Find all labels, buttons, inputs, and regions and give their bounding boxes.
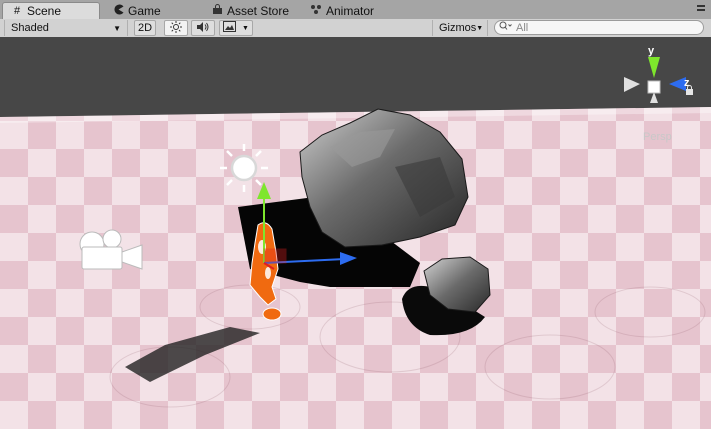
tab-bar: # Scene Game Asset Store Animator [0, 0, 711, 20]
sun-icon [170, 20, 182, 36]
tab-animator[interactable]: Animator [302, 2, 382, 19]
panel-menu-icon[interactable] [697, 3, 705, 18]
tab-asset-store-label: Asset Store [227, 3, 290, 18]
scene-canvas [0, 37, 711, 429]
tab-game-label: Game [128, 3, 161, 18]
scene-lighting-button[interactable] [164, 20, 188, 36]
search-icon [499, 21, 513, 34]
tab-game[interactable]: Game [104, 2, 169, 19]
shading-mode-value: Shaded [11, 22, 49, 34]
shading-mode-dropdown[interactable]: Shaded ▼ [4, 20, 128, 36]
sky-background [0, 37, 711, 117]
scene-toolbar: Shaded ▼ 2D ▼ Gizmos ▼ All [0, 19, 711, 38]
search-placeholder: All [516, 21, 529, 34]
image-icon [223, 21, 237, 35]
2d-mode-button[interactable]: 2D [134, 20, 156, 36]
dropdown-arrow-icon: ▼ [476, 24, 484, 32]
speaker-icon [196, 21, 210, 36]
dropdown-arrow-icon: ▼ [242, 24, 249, 32]
hash-icon: # [13, 5, 21, 17]
tab-scene[interactable]: # Scene [2, 2, 100, 19]
scene-effects-dropdown[interactable]: ▼ [219, 20, 253, 36]
tab-animator-label: Animator [326, 3, 375, 18]
gizmos-dropdown[interactable]: Gizmos ▼ [432, 20, 488, 36]
scene-audio-button[interactable] [191, 20, 215, 36]
scene-search-field[interactable]: All [494, 20, 704, 35]
pacman-icon [112, 4, 124, 18]
lock-icon[interactable] [685, 85, 694, 98]
scene-viewport[interactable]: y z Persp [0, 37, 711, 429]
2d-mode-label: 2D [137, 22, 153, 34]
gizmos-label: Gizmos [439, 22, 477, 34]
tab-asset-store[interactable]: Asset Store [203, 2, 297, 19]
tab-scene-label: Scene [27, 4, 62, 18]
projection-label[interactable]: Persp [643, 131, 672, 143]
animator-icon [310, 4, 322, 18]
bag-icon [211, 3, 223, 18]
axis-y-label[interactable]: y [648, 45, 654, 57]
dropdown-arrow-icon: ▼ [113, 23, 121, 33]
